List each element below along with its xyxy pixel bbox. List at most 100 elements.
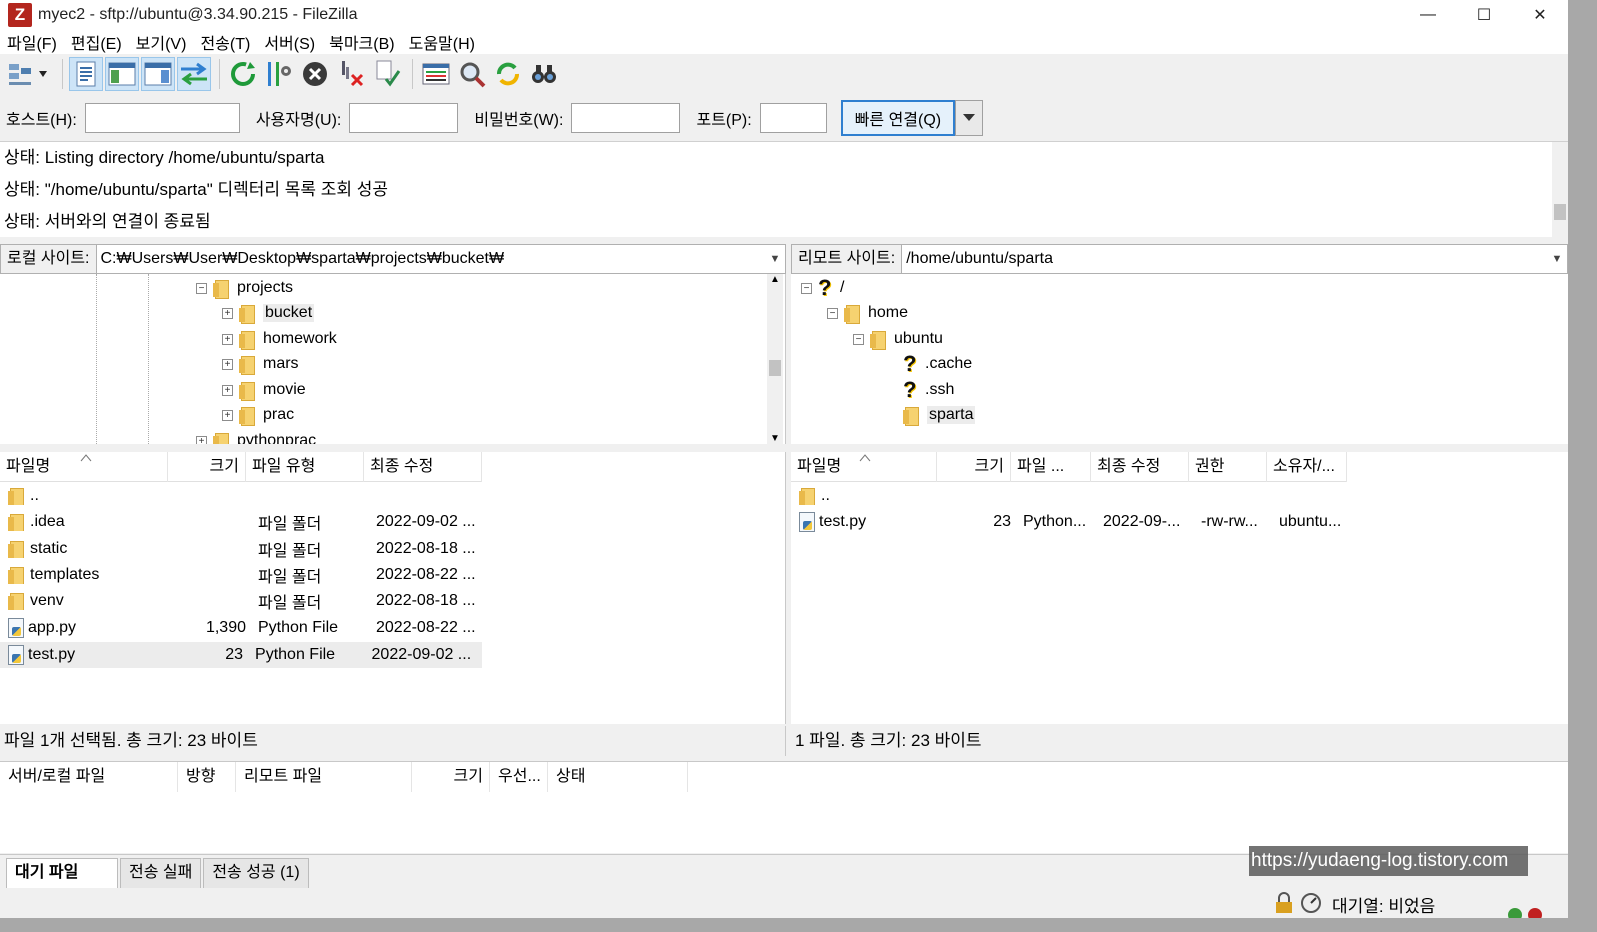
tree-item-mars[interactable]: + mars bbox=[222, 351, 299, 377]
list-item[interactable]: .. bbox=[0, 483, 174, 509]
tree-item-pythonprac[interactable]: + pythonprac bbox=[196, 428, 316, 444]
filter-button[interactable] bbox=[262, 57, 296, 91]
tree-item-homework[interactable]: + homework bbox=[222, 326, 337, 352]
menu-view[interactable]: 보기(V) bbox=[129, 30, 194, 54]
sort-ascending-icon bbox=[80, 454, 92, 462]
column-header-type[interactable]: 파일 유형 bbox=[246, 452, 364, 482]
folder-icon bbox=[8, 566, 24, 584]
toggle-log-button[interactable] bbox=[69, 57, 103, 91]
folder-icon bbox=[239, 406, 255, 426]
speed-limit-icon bbox=[1301, 893, 1321, 913]
sync-browse-button[interactable] bbox=[491, 57, 525, 91]
column-header-status[interactable]: 상태 bbox=[548, 762, 688, 792]
username-input[interactable] bbox=[349, 103, 459, 133]
column-header-size[interactable]: 크기 bbox=[937, 452, 1011, 482]
cancel-button[interactable] bbox=[298, 57, 332, 91]
list-item[interactable]: test.py 23 Python... 2022-09-... -rw-rw... ub… bbox=[791, 509, 1353, 535]
menu-help[interactable]: 도움말(H) bbox=[402, 30, 482, 54]
list-item[interactable]: app.py 1,390 Python File 2022-08-22 ... bbox=[0, 615, 488, 641]
remote-path-input[interactable]: /home/ubuntu/sparta bbox=[902, 250, 1547, 268]
search-icon bbox=[460, 62, 486, 88]
list-item-selected[interactable]: test.py 23 Python File 2022-09-02 ... bbox=[0, 642, 482, 668]
local-status-text: 파일 1개 선택됨. 총 크기: 23 바이트 bbox=[0, 726, 786, 756]
local-tree-scrollbar[interactable]: ▲ ▼ bbox=[767, 274, 783, 444]
column-header-owner[interactable]: 소유자/... bbox=[1267, 452, 1347, 482]
column-header-remote-file[interactable]: 리모트 파일 bbox=[236, 762, 412, 792]
reconnect-button[interactable] bbox=[370, 57, 404, 91]
local-list-header: 파일명 크기 파일 유형 최종 수정 bbox=[0, 452, 482, 482]
column-header-modified[interactable]: 최종 수정 bbox=[1091, 452, 1189, 482]
menu-edit[interactable]: 편집(E) bbox=[64, 30, 129, 54]
list-item[interactable]: .. bbox=[791, 483, 943, 509]
tab-successful-transfers[interactable]: 전송 성공 (1) bbox=[203, 858, 309, 888]
folder-icon bbox=[8, 487, 24, 505]
folder-icon bbox=[239, 355, 255, 375]
chevron-down-icon[interactable]: ▼ bbox=[1547, 253, 1567, 265]
column-header-priority[interactable]: 우선... bbox=[490, 762, 548, 792]
binoculars-icon bbox=[532, 65, 556, 83]
tab-failed-transfers[interactable]: 전송 실패 bbox=[120, 858, 202, 888]
activity-indicator-icon bbox=[1508, 908, 1522, 918]
password-input[interactable] bbox=[571, 103, 681, 133]
column-header-size[interactable]: 크기 bbox=[412, 762, 490, 792]
list-item[interactable]: templates 파일 폴더 2022-08-22 ... bbox=[0, 562, 488, 588]
tree-item-root[interactable]: −? / bbox=[801, 275, 844, 301]
reconnect-icon bbox=[376, 60, 401, 87]
tree-item-prac[interactable]: + prac bbox=[222, 402, 294, 428]
tree-item-home[interactable]: − home bbox=[827, 300, 908, 326]
port-label: 포트(P): bbox=[696, 112, 752, 129]
list-item[interactable]: .idea 파일 폴더 2022-09-02 ... bbox=[0, 509, 488, 535]
menu-file[interactable]: 파일(F) bbox=[0, 30, 64, 54]
directory-listing-icon bbox=[422, 63, 450, 85]
list-item[interactable]: venv 파일 폴더 2022-08-18 ... bbox=[0, 588, 488, 614]
directory-listing-button[interactable] bbox=[419, 57, 453, 91]
sync-browse-icon bbox=[497, 62, 519, 86]
maximize-button[interactable]: ☐ bbox=[1456, 0, 1512, 30]
toggle-queue-button[interactable] bbox=[177, 57, 211, 91]
column-header-direction[interactable]: 방향 bbox=[178, 762, 236, 792]
menu-bookmarks[interactable]: 북마크(B) bbox=[322, 30, 402, 54]
menu-bar: 파일(F) 편집(E) 보기(V) 전송(T) 서버(S) 북마크(B) 도움말… bbox=[0, 30, 1568, 54]
remote-status-text: 1 파일. 총 크기: 23 바이트 bbox=[791, 726, 1568, 756]
column-header-permissions[interactable]: 권한 bbox=[1189, 452, 1267, 482]
menu-transfer[interactable]: 전송(T) bbox=[193, 30, 257, 54]
unknown-folder-icon: ? bbox=[903, 351, 917, 376]
disconnect-button[interactable] bbox=[334, 57, 368, 91]
column-header-server-local-file[interactable]: 서버/로컬 파일 bbox=[0, 762, 178, 792]
log-scrollbar[interactable] bbox=[1552, 142, 1568, 238]
tree-item-bucket[interactable]: + bucket bbox=[222, 300, 315, 326]
column-header-size[interactable]: 크기 bbox=[168, 452, 246, 482]
search-button[interactable] bbox=[455, 57, 489, 91]
python-file-icon bbox=[8, 618, 24, 638]
quickconnect-history-dropdown[interactable] bbox=[955, 100, 984, 136]
toggle-remote-tree-icon bbox=[144, 62, 172, 86]
column-header-type[interactable]: 파일 ... bbox=[1011, 452, 1091, 482]
tree-item-sparta[interactable]: sparta bbox=[903, 402, 976, 428]
quickconnect-button[interactable]: 빠른 연결(Q) bbox=[840, 100, 956, 136]
toggle-remote-tree-button[interactable] bbox=[141, 57, 175, 91]
port-input[interactable] bbox=[759, 103, 827, 133]
chevron-down-icon[interactable]: ▼ bbox=[765, 253, 785, 265]
menu-server[interactable]: 서버(S) bbox=[257, 30, 322, 54]
tab-queued-files[interactable]: 대기 파일 bbox=[6, 858, 118, 888]
folder-icon bbox=[8, 513, 24, 531]
toggle-local-tree-button[interactable] bbox=[105, 57, 139, 91]
list-item[interactable]: static 파일 폴더 2022-08-18 ... bbox=[0, 536, 488, 562]
tree-item-projects[interactable]: − projects bbox=[196, 275, 293, 301]
refresh-icon bbox=[231, 62, 255, 86]
chevron-down-icon bbox=[963, 114, 976, 121]
remote-list-header: 파일명 크기 파일 ... 최종 수정 권한 소유자/... bbox=[791, 452, 1347, 482]
minimize-button[interactable]: — bbox=[1400, 0, 1456, 30]
local-path-input[interactable]: C:₩Users₩User₩Desktop₩sparta₩projects₩bu… bbox=[97, 250, 766, 268]
find-files-button[interactable] bbox=[527, 57, 561, 91]
host-input[interactable] bbox=[84, 103, 240, 133]
site-manager-button[interactable] bbox=[4, 57, 54, 91]
close-button[interactable]: ✕ bbox=[1512, 0, 1568, 30]
local-site-label: 로컬 사이트: bbox=[1, 245, 97, 273]
column-header-modified[interactable]: 최종 수정 bbox=[364, 452, 482, 482]
tree-item-ubuntu[interactable]: − ubuntu bbox=[853, 326, 943, 352]
tree-item-ssh[interactable]: ? .ssh bbox=[903, 377, 954, 403]
tree-item-movie[interactable]: + movie bbox=[222, 377, 306, 403]
tree-item-cache[interactable]: ? .cache bbox=[903, 351, 972, 377]
refresh-button[interactable] bbox=[226, 57, 260, 91]
